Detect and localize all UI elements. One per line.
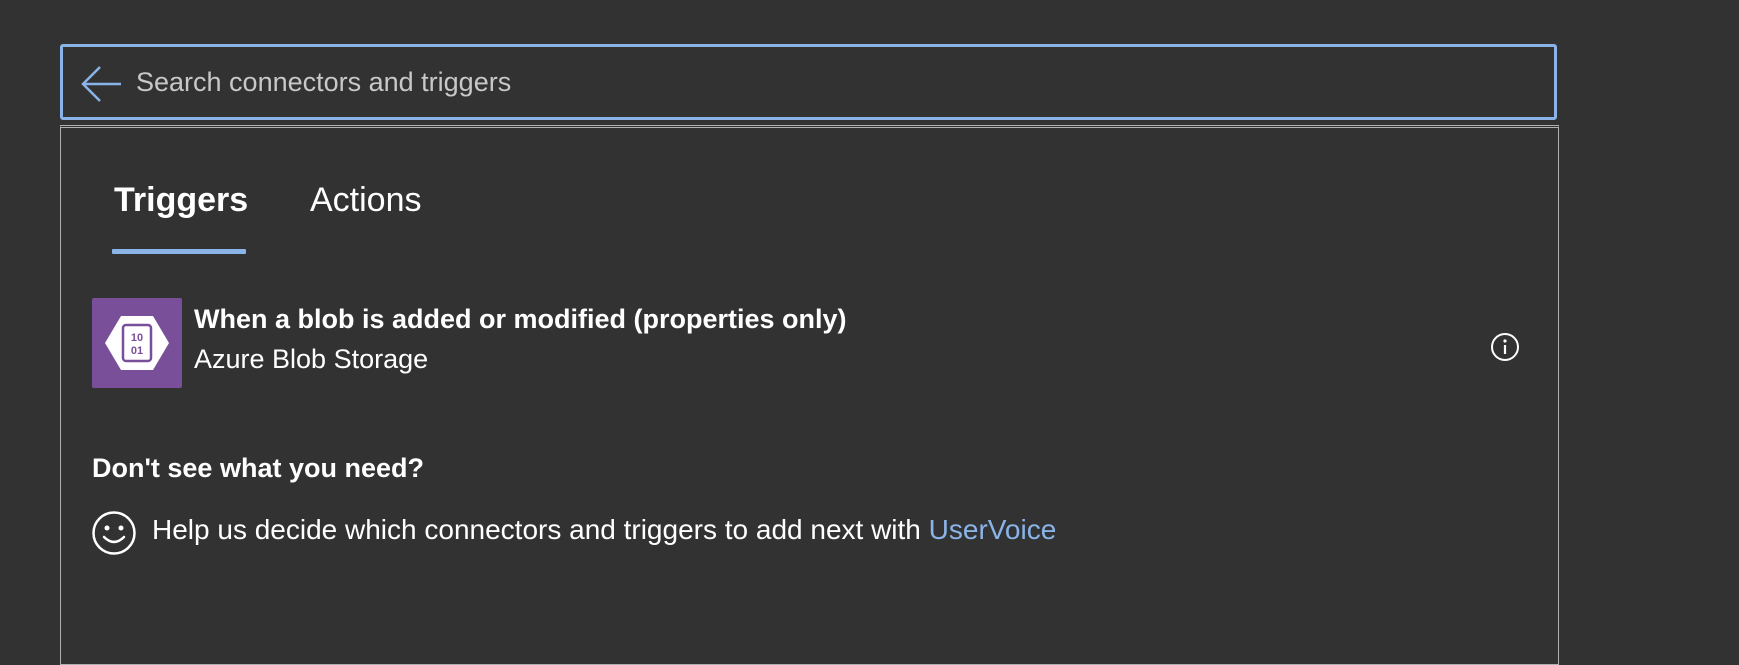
search-input[interactable] [136,57,1516,107]
help-heading: Don't see what you need? [92,453,424,483]
svg-text:01: 01 [131,345,143,357]
svg-text:10: 10 [131,332,143,344]
tab-triggers[interactable]: Triggers [114,181,248,220]
info-icon[interactable] [1490,332,1520,362]
smiley-icon [92,511,136,555]
tab-actions[interactable]: Actions [310,181,422,220]
help-text: Help us decide which connectors and trig… [152,514,1056,546]
trigger-item[interactable]: 10 01 When a blob is added or modified (… [92,298,1542,390]
azure-blob-storage-icon: 10 01 [92,298,182,388]
connector-panel: Triggers Actions 10 01 When a blob is ad… [60,125,1559,665]
trigger-title: When a blob is added or modified (proper… [194,304,847,334]
uservoice-link[interactable]: UserVoice [929,514,1057,545]
search-box[interactable] [60,44,1557,120]
trigger-connector-name: Azure Blob Storage [194,344,429,374]
selected-tab-indicator [112,249,246,254]
back-arrow-icon[interactable] [79,64,123,104]
help-message: Help us decide which connectors and trig… [152,514,929,545]
